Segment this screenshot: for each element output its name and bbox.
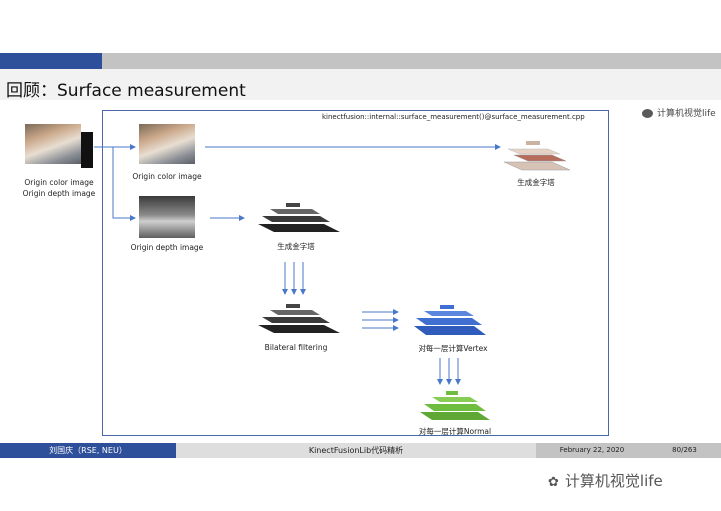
arrow-to-origin-depth xyxy=(94,146,136,221)
footer-subject: KinectFusionLib代码精析 xyxy=(176,443,536,458)
vertex-level-1 xyxy=(424,311,474,316)
color-pyramid-level-2 xyxy=(503,161,571,171)
bilateral-stack xyxy=(258,304,340,333)
vertex-top xyxy=(440,305,454,309)
input-branch-arrows xyxy=(94,144,136,221)
gray-pyramid-level-2 xyxy=(262,216,330,222)
watermark-bottom: ✿ 计算机视觉life xyxy=(548,470,663,491)
bilateral-level-1 xyxy=(270,310,320,315)
watermark-bottom-text: 计算机视觉life xyxy=(564,472,663,490)
gray-pyramid-level-1 xyxy=(270,209,320,214)
wechat-icon-bottom: ✿ xyxy=(548,475,559,490)
gray-pyramid-level-3 xyxy=(258,224,340,232)
arrows-to-vertex xyxy=(362,309,399,331)
bilateral-level-3 xyxy=(258,325,340,333)
footer-author: 刘国庆（RSE, NEU） xyxy=(0,443,176,458)
gray-pyramid-stack xyxy=(258,203,340,232)
footer-date: February 22, 2020 xyxy=(536,443,648,458)
bilateral-top xyxy=(286,304,300,308)
normal-level-1 xyxy=(432,397,478,402)
color-pyramid-stack xyxy=(503,141,571,171)
color-pyramid-level-0 xyxy=(507,148,561,155)
vertex-level-3 xyxy=(414,326,486,335)
normal-level-3 xyxy=(420,412,490,420)
bilateral-level-2 xyxy=(262,317,330,323)
vertex-stack xyxy=(414,305,486,335)
gray-pyramid-top xyxy=(286,203,300,207)
arrows-to-normal xyxy=(437,358,461,385)
color-pyramid-level-1 xyxy=(513,154,567,162)
vertex-level-2 xyxy=(416,318,482,325)
footer-page-number: 80/263 xyxy=(648,443,721,458)
normal-top xyxy=(446,391,458,395)
normal-level-2 xyxy=(424,404,486,411)
color-pyramid-top xyxy=(526,141,540,145)
normal-stack xyxy=(420,391,490,420)
arrows-to-bilateral xyxy=(282,262,306,295)
pipeline-diagram xyxy=(94,141,571,420)
